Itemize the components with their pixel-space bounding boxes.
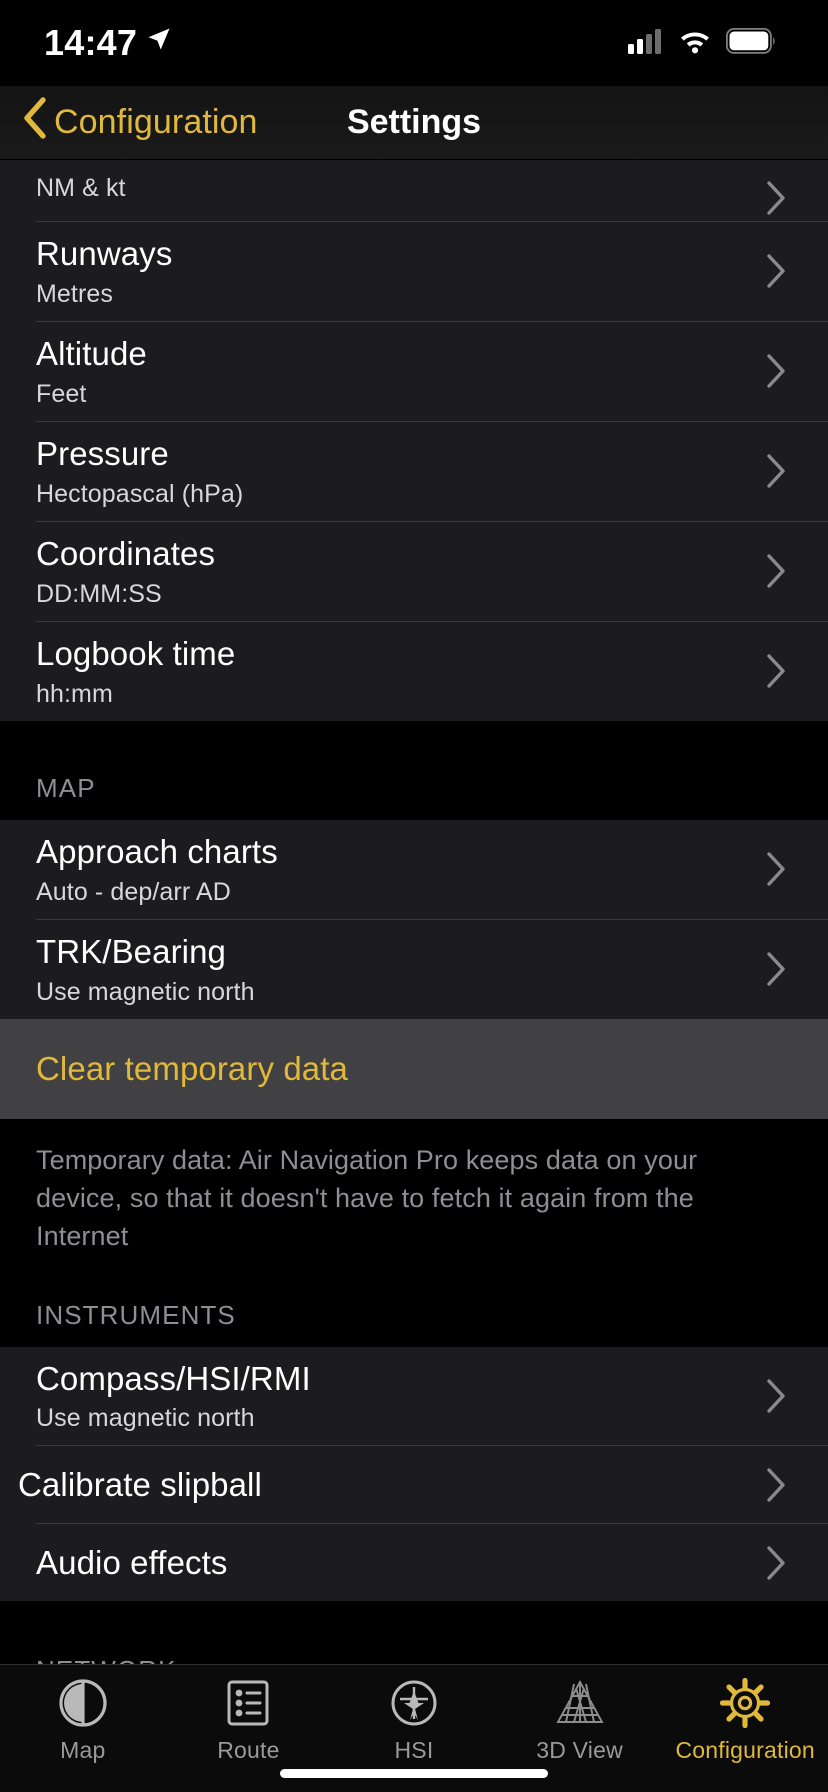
settings-group-instruments: Compass/HSI/RMI Use magnetic north Calib…: [0, 1346, 828, 1602]
status-bar-left: 14:47: [44, 22, 173, 64]
row-title: Runways: [36, 235, 173, 272]
section-gap: [0, 1601, 828, 1656]
row-text: Compass/HSI/RMI Use magnetic north: [36, 1347, 766, 1446]
row-subtitle: hh:mm: [36, 679, 113, 708]
list-item-audio-effects[interactable]: Audio effects: [0, 1524, 828, 1602]
tab-hsi[interactable]: HSI: [331, 1675, 497, 1764]
route-list-icon: [222, 1675, 274, 1731]
row-subtitle: DD:MM:SS: [36, 579, 162, 608]
row-title: TRK/Bearing: [36, 932, 227, 970]
gear-icon: [718, 1675, 772, 1731]
row-text: Altitude Feet: [36, 322, 766, 421]
tab-label: 3D View: [536, 1737, 623, 1763]
list-item-compass-hsi-rmi[interactable]: Compass/HSI/RMI Use magnetic north: [0, 1346, 828, 1446]
status-bar-time: 14:47: [44, 22, 138, 63]
chevron-right-icon: [766, 952, 828, 986]
section-header-map: MAP: [0, 772, 828, 820]
list-item-logbook-time[interactable]: Logbook time hh:mm: [0, 621, 828, 721]
row-title: Audio effects: [36, 1544, 228, 1582]
list-item-clear-temporary-data[interactable]: Clear temporary data: [0, 1018, 828, 1119]
chevron-right-icon: [766, 254, 828, 289]
navigation-bar: Configuration Settings: [0, 86, 828, 160]
row-title: Approach charts: [36, 832, 278, 870]
row-text: NM & kt: [36, 160, 766, 215]
hsi-compass-icon: [388, 1675, 440, 1731]
row-text: Coordinates DD:MM:SS: [36, 522, 766, 621]
status-bar-right: [628, 27, 776, 59]
row-text: Pressure Hectopascal (hPa): [36, 422, 766, 521]
row-title: Pressure: [36, 434, 169, 472]
cellular-bars-icon: [628, 28, 664, 59]
settings-group-units: NM & kt Runways Metres Altitude Feet Pre…: [0, 160, 828, 721]
terrain-mesh-icon: [552, 1675, 608, 1731]
home-indicator: [280, 1769, 548, 1778]
chevron-right-icon: [766, 1468, 828, 1502]
section-footnote-map: Temporary data: Air Navigation Pro keeps…: [0, 1118, 828, 1256]
tab-configuration[interactable]: Configuration: [662, 1675, 828, 1764]
row-title: Coordinates: [36, 534, 216, 572]
app-screen: 14:47 Configuration Settings NM & kt Run…: [0, 0, 828, 1792]
chevron-right-icon: [766, 654, 828, 688]
settings-list[interactable]: NM & kt Runways Metres Altitude Feet Pre…: [0, 160, 828, 1664]
row-text: Audio effects: [36, 1531, 766, 1595]
list-item-coordinates[interactable]: Coordinates DD:MM:SS: [0, 521, 828, 621]
tab-bar: Map Route HSI 3D View Configuration: [0, 1664, 828, 1792]
row-text: Runways Metres: [36, 222, 766, 321]
row-text: TRK/Bearing Use magnetic north: [36, 920, 766, 1019]
list-item-calibrate-slipball[interactable]: Calibrate slipball: [0, 1446, 828, 1524]
list-item-altitude[interactable]: Altitude Feet: [0, 321, 828, 421]
row-subtitle: Auto - dep/arr AD: [36, 877, 231, 906]
list-item-approach-charts[interactable]: Approach charts Auto - dep/arr AD: [0, 819, 828, 919]
tab-label: Route: [217, 1737, 280, 1763]
list-item[interactable]: NM & kt: [0, 160, 828, 221]
chevron-right-icon: [766, 852, 828, 886]
back-button-label: Configuration: [54, 103, 258, 141]
row-text: Approach charts Auto - dep/arr AD: [36, 820, 766, 919]
tab-3d-view[interactable]: 3D View: [497, 1675, 663, 1764]
row-text: Clear temporary data: [36, 1037, 828, 1101]
row-subtitle: Use magnetic north: [36, 977, 255, 1006]
row-subtitle: NM & kt: [36, 174, 126, 202]
chevron-right-icon: [766, 354, 828, 389]
row-title: Logbook time: [36, 634, 236, 672]
wifi-icon: [678, 28, 712, 59]
status-bar: 14:47: [0, 0, 828, 86]
row-text: Logbook time hh:mm: [36, 622, 766, 721]
list-item-trk-bearing[interactable]: TRK/Bearing Use magnetic north: [0, 919, 828, 1019]
row-title: Clear temporary data: [36, 1049, 348, 1087]
row-title: Altitude: [36, 334, 147, 372]
chevron-right-icon: [766, 554, 828, 588]
row-text: Calibrate slipball: [18, 1453, 766, 1517]
section-header-network: NETWORK: [0, 1655, 828, 1664]
row-title: Calibrate slipball: [18, 1466, 262, 1504]
location-arrow-icon: [145, 20, 173, 62]
back-button[interactable]: Configuration: [0, 97, 258, 148]
tab-label: Map: [60, 1737, 106, 1763]
section-header-instruments: INSTRUMENTS: [0, 1299, 828, 1347]
tab-map[interactable]: Map: [0, 1675, 166, 1764]
list-item-pressure[interactable]: Pressure Hectopascal (hPa): [0, 421, 828, 521]
chevron-right-icon: [766, 181, 828, 215]
row-title: Compass/HSI/RMI: [36, 1359, 311, 1397]
chevron-left-icon: [22, 97, 48, 148]
map-circle-icon: [57, 1675, 109, 1731]
row-subtitle: Use magnetic north: [36, 1404, 255, 1433]
tab-route[interactable]: Route: [166, 1675, 332, 1764]
row-subtitle: Feet: [36, 379, 87, 408]
section-gap: [0, 720, 828, 773]
settings-group-map: Approach charts Auto - dep/arr AD TRK/Be…: [0, 819, 828, 1119]
battery-full-icon: [725, 27, 776, 59]
tab-label: Configuration: [675, 1737, 815, 1763]
tab-label: HSI: [394, 1737, 434, 1763]
section-gap: [0, 1255, 828, 1300]
row-subtitle: Hectopascal (hPa): [36, 479, 244, 508]
chevron-right-icon: [766, 454, 828, 489]
row-subtitle: Metres: [36, 279, 114, 308]
list-item-runways[interactable]: Runways Metres: [0, 222, 828, 321]
chevron-right-icon: [766, 1379, 828, 1413]
chevron-right-icon: [766, 1546, 828, 1580]
